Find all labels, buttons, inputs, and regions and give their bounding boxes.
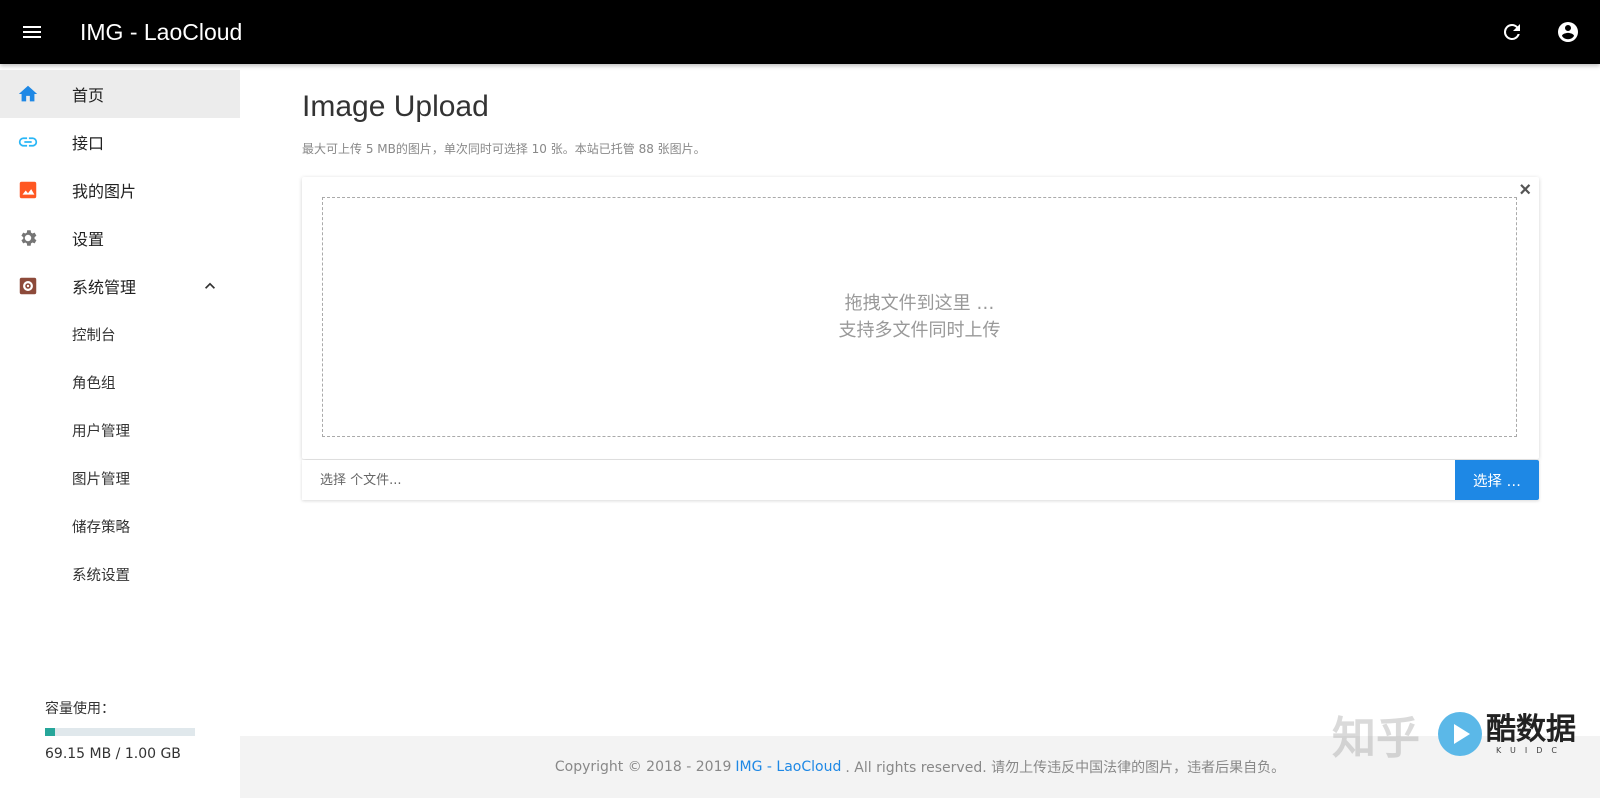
menu-icon [23, 26, 41, 38]
sidebar-item-api[interactable]: 接口 [0, 118, 240, 166]
sidebar-item-label: 我的图片 [72, 182, 137, 201]
play-logo-icon [1438, 712, 1482, 756]
footer-copyright: Copyright © 2018 - 2019 [554, 759, 732, 775]
file-picker: 选择 … [302, 460, 1539, 500]
sidebar-subitem-roles[interactable]: 角色组 [0, 358, 240, 406]
kuidc-brand: 酷数据 [1486, 711, 1576, 747]
sidebar-item-label: 接口 [72, 134, 105, 153]
storage-progress-fill [45, 728, 56, 736]
chevron-up-icon[interactable] [200, 276, 220, 296]
footer-site-link[interactable]: IMG - LaoCloud [735, 759, 841, 775]
refresh-button[interactable] [1484, 0, 1540, 64]
sidebar-item-home[interactable]: 首页 [0, 70, 240, 118]
sidebar-subitem-users[interactable]: 用户管理 [0, 406, 240, 454]
browse-button[interactable]: 选择 … [1455, 460, 1539, 500]
sidebar-subitem-system-settings[interactable]: 系统设置 [0, 550, 240, 598]
sidebar-item-system-admin[interactable]: 系统管理 [0, 262, 240, 310]
drop-zone-hint-multi: 支持多文件同时上传 [838, 320, 1001, 341]
zhihu-watermark: 知乎 [1332, 713, 1420, 764]
sidebar-item-my-images[interactable]: 我的图片 [0, 166, 240, 214]
sidebar-item-label: 系统管理 [72, 278, 137, 297]
drop-zone[interactable]: 拖拽文件到这里 … 支持多文件同时上传 [322, 197, 1517, 437]
account-circle-icon [1558, 22, 1578, 42]
storage-used-text: 69.15 MB / 1.00 GB [45, 746, 181, 762]
sidebar-item-label: 首页 [72, 86, 105, 105]
main-content: Image Upload 最大可上传 5 MB的图片，单次同时可选择 10 张。… [240, 64, 1600, 734]
home-icon [18, 85, 38, 102]
watermark: 知乎 酷数据 KUIDC [1332, 702, 1576, 766]
footer-notice: . All rights reserved. 请勿上传违反中国法律的图片，违者后… [845, 760, 1286, 776]
storage-usage: 容量使用： 69.15 MB / 1.00 GB [45, 698, 205, 762]
menu-button[interactable] [0, 0, 64, 64]
sidebar: 首页 接口 我的图片 设置 系统管理 控制台 角色组 用户管理 图片管理 储存策… [0, 64, 240, 798]
close-icon[interactable]: × [1519, 179, 1531, 202]
kuidc-logo: 酷数据 KUIDC [1438, 712, 1576, 756]
sidebar-subitem-storage[interactable]: 储存策略 [0, 502, 240, 550]
image-icon [19, 181, 37, 199]
account-button[interactable] [1540, 0, 1596, 64]
gear-icon [21, 230, 37, 246]
sidebar-subitem-console[interactable]: 控制台 [0, 310, 240, 358]
page-title: Image Upload [302, 90, 489, 123]
file-name-input[interactable] [302, 460, 1455, 500]
upload-card: × 拖拽文件到这里 … 支持多文件同时上传 [302, 177, 1539, 459]
app-title[interactable]: IMG - LaoCloud [80, 19, 242, 46]
page-subtitle: 最大可上传 5 MB的图片，单次同时可选择 10 张。本站已托管 88 张图片。 [302, 142, 706, 156]
storage-progress-bar [45, 728, 195, 736]
sidebar-subitem-images[interactable]: 图片管理 [0, 454, 240, 502]
app-bar: IMG - LaoCloud [0, 0, 1600, 64]
kuidc-brand-small: KUIDC [1496, 745, 1566, 755]
link-icon [18, 137, 38, 147]
drop-zone-hint: 拖拽文件到这里 … [844, 293, 995, 314]
storage-label: 容量使用： [45, 701, 115, 717]
sidebar-item-settings[interactable]: 设置 [0, 214, 240, 262]
admin-gear-icon [19, 277, 37, 295]
refresh-icon [1503, 23, 1520, 40]
sidebar-item-label: 设置 [72, 230, 105, 249]
